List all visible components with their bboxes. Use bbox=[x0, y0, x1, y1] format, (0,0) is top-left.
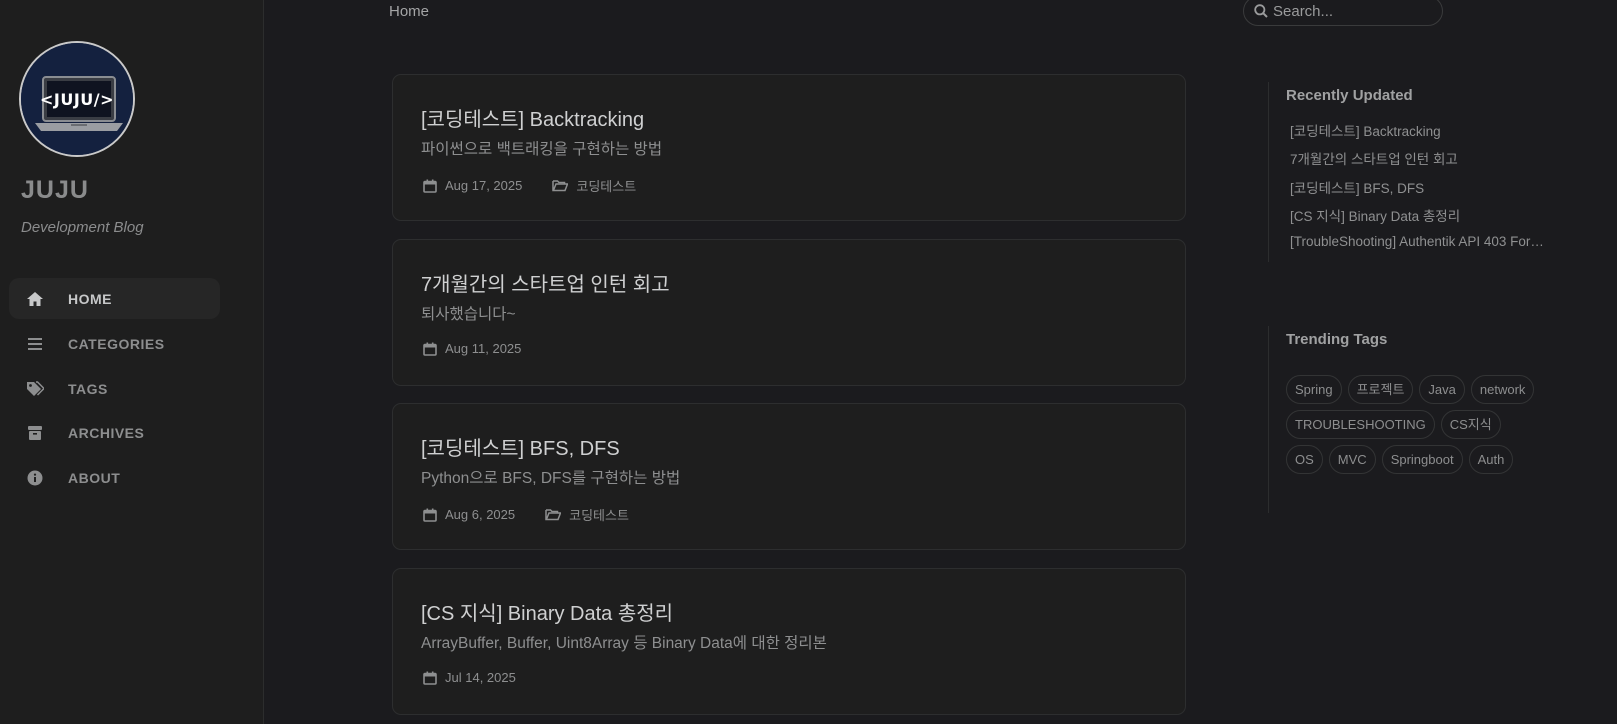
post-date-text: Jul 14, 2025 bbox=[445, 670, 516, 685]
recent-post-link[interactable]: [코딩테스트] Backtracking bbox=[1290, 120, 1546, 140]
search-icon bbox=[1254, 4, 1268, 23]
sidebar: <JUJU/> JUJU Development Blog HOME CATEG… bbox=[0, 0, 264, 724]
search-input[interactable] bbox=[1273, 0, 1433, 22]
recent-post-link[interactable]: [TroubleShooting] Authentik API 403 Forb… bbox=[1290, 234, 1546, 249]
tag-chip[interactable]: Java bbox=[1419, 375, 1465, 404]
tag-chip[interactable]: Springboot bbox=[1381, 445, 1463, 474]
info-icon bbox=[25, 468, 45, 488]
breadcrumb: Home bbox=[389, 3, 430, 20]
tag-chip[interactable]: Auth bbox=[1468, 445, 1514, 474]
site-subtitle: Development Blog bbox=[21, 219, 144, 236]
post-date: Aug 11, 2025 bbox=[423, 341, 521, 356]
post-description: ArrayBuffer, Buffer, Uint8Array 등 Binary… bbox=[421, 635, 827, 652]
nav-item-tags[interactable]: TAGS bbox=[9, 368, 220, 409]
post-date-text: Aug 17, 2025 bbox=[445, 178, 523, 193]
site-title[interactable]: JUJU bbox=[21, 176, 89, 205]
calendar-icon bbox=[423, 671, 437, 685]
post-meta: Aug 6, 2025 코딩테스트 bbox=[423, 505, 629, 524]
tag-chip[interactable]: 프로젝트 bbox=[1347, 375, 1414, 404]
post-title[interactable]: 7개월간의 스타트업 인턴 회고 bbox=[421, 268, 670, 297]
nav-label: CATEGORIES bbox=[68, 335, 165, 352]
nav-label: TAGS bbox=[68, 380, 108, 397]
search-bar[interactable] bbox=[1243, 0, 1443, 26]
post-card[interactable]: [코딩테스트] BFS, DFS Python으로 BFS, DFS를 구현하는… bbox=[392, 403, 1186, 550]
post-date-text: Aug 6, 2025 bbox=[445, 507, 516, 522]
post-meta: Aug 17, 2025 코딩테스트 bbox=[423, 176, 636, 195]
post-card[interactable]: 7개월간의 스타트업 인턴 회고 퇴사했습니다~ Aug 11, 2025 bbox=[392, 239, 1186, 386]
avatar[interactable]: <JUJU/> bbox=[19, 41, 135, 157]
folder-open-icon bbox=[545, 509, 562, 521]
tags-icon bbox=[25, 379, 45, 399]
nav-item-home[interactable]: HOME bbox=[9, 278, 220, 319]
tag-chip[interactable]: MVC bbox=[1328, 445, 1376, 474]
recent-post-link[interactable]: [코딩테스트] BFS, DFS bbox=[1290, 177, 1546, 197]
post-description: Python으로 BFS, DFS를 구현하는 방법 bbox=[421, 470, 681, 487]
nav-item-archives[interactable]: ARCHIVES bbox=[9, 412, 220, 453]
home-icon bbox=[25, 289, 45, 309]
post-date-text: Aug 11, 2025 bbox=[445, 341, 522, 356]
tag-chip[interactable]: TROUBLESHOOTING bbox=[1286, 410, 1435, 439]
tag-chip[interactable]: CS지식 bbox=[1440, 410, 1501, 439]
nav-item-about[interactable]: ABOUT bbox=[9, 457, 220, 498]
post-meta: Jul 14, 2025 bbox=[423, 670, 516, 685]
nav-label: ABOUT bbox=[68, 469, 121, 486]
tag-cloud: Spring 프로젝트 Java network TROUBLESHOOTING… bbox=[1286, 375, 1536, 474]
tag-chip[interactable]: Spring bbox=[1286, 375, 1342, 404]
tag-chip[interactable]: network bbox=[1470, 375, 1535, 404]
post-date: Jul 14, 2025 bbox=[423, 670, 516, 685]
post-category[interactable]: 코딩테스트 bbox=[545, 505, 629, 524]
post-title[interactable]: [코딩테스트] BFS, DFS bbox=[421, 432, 620, 461]
avatar-logo-text: <JUJU/> bbox=[39, 90, 115, 109]
recent-post-link[interactable]: 7개월간의 스타트업 인턴 회고 bbox=[1290, 148, 1546, 168]
post-category-text[interactable]: 코딩테스트 bbox=[569, 505, 629, 524]
post-date: Aug 17, 2025 bbox=[423, 178, 522, 193]
post-meta: Aug 11, 2025 bbox=[423, 341, 521, 356]
nav-item-categories[interactable]: CATEGORIES bbox=[9, 323, 220, 364]
trending-tags-title: Trending Tags bbox=[1286, 331, 1388, 348]
post-category[interactable]: 코딩테스트 bbox=[552, 176, 636, 195]
tag-chip[interactable]: OS bbox=[1286, 445, 1323, 474]
post-title[interactable]: [CS 지식] Binary Data 총정리 bbox=[421, 597, 673, 626]
trending-tags-panel: Trending Tags Spring 프로젝트 Java network T… bbox=[1268, 326, 1535, 513]
categories-icon bbox=[25, 334, 45, 354]
nav-label: ARCHIVES bbox=[68, 424, 145, 441]
post-category-text[interactable]: 코딩테스트 bbox=[576, 176, 636, 195]
recent-post-link[interactable]: [CS 지식] Binary Data 총정리 bbox=[1290, 205, 1546, 225]
post-title[interactable]: [코딩테스트] Backtracking bbox=[421, 103, 644, 132]
calendar-icon bbox=[423, 179, 437, 193]
calendar-icon bbox=[423, 508, 437, 522]
calendar-icon bbox=[423, 342, 437, 356]
post-description: 파이썬으로 백트래킹을 구현하는 방법 bbox=[421, 141, 663, 158]
post-date: Aug 6, 2025 bbox=[423, 507, 515, 522]
archive-icon bbox=[25, 423, 45, 443]
folder-open-icon bbox=[552, 180, 569, 192]
post-description: 퇴사했습니다~ bbox=[421, 306, 516, 323]
post-card[interactable]: [CS 지식] Binary Data 총정리 ArrayBuffer, Buf… bbox=[392, 568, 1186, 715]
recently-updated-panel: Recently Updated [코딩테스트] Backtracking 7개… bbox=[1268, 82, 1546, 262]
recently-updated-title: Recently Updated bbox=[1286, 87, 1413, 104]
post-card[interactable]: [코딩테스트] Backtracking 파이썬으로 백트래킹을 구현하는 방법… bbox=[392, 74, 1186, 221]
nav-label: HOME bbox=[68, 290, 112, 307]
